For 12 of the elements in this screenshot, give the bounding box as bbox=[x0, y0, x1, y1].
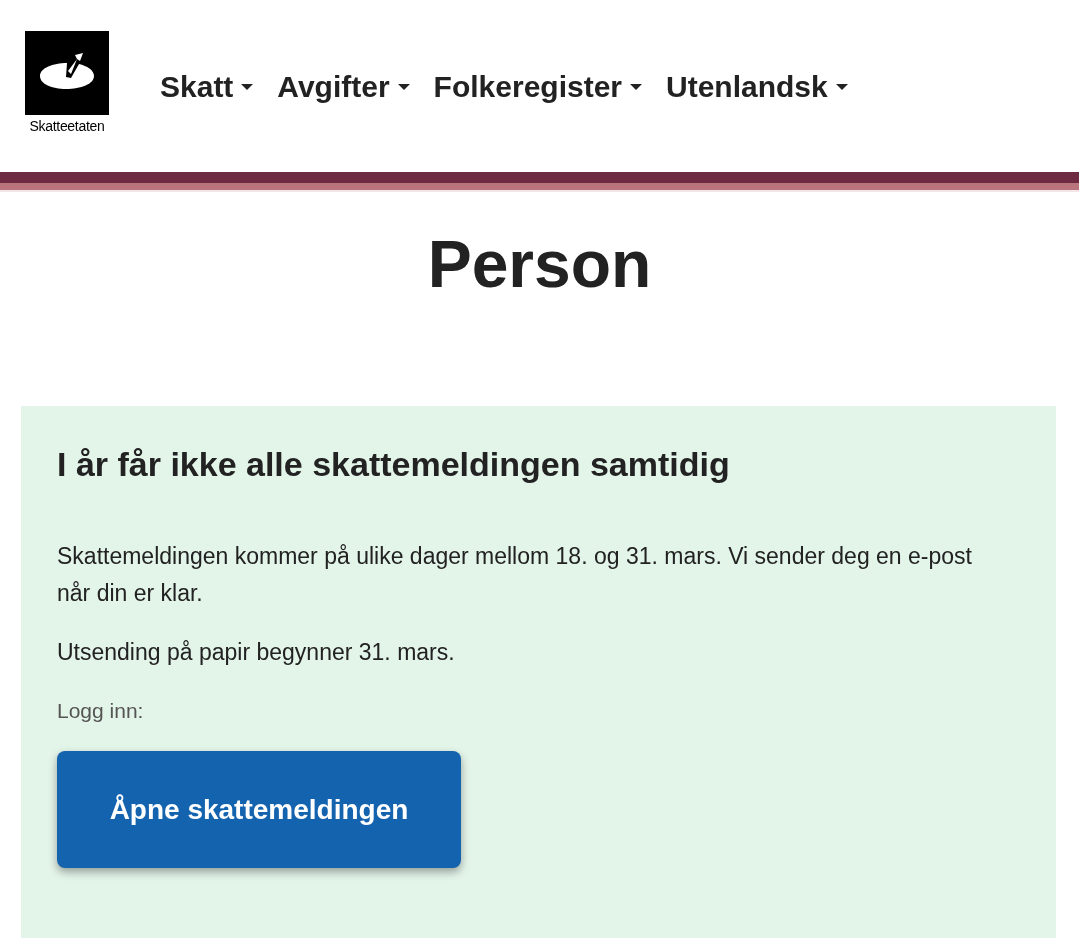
nav-menu-link[interactable]: Avgifter bbox=[277, 70, 410, 104]
nav-menu-link[interactable]: Skatt bbox=[160, 70, 254, 104]
nav-menu-link[interactable]: Utenlandsk bbox=[666, 70, 848, 104]
page-title: Person bbox=[426, 226, 653, 303]
logo-icon[interactable] bbox=[25, 31, 109, 115]
notice-paragraph: Utsending på papir begynner 31. mars. bbox=[57, 638, 456, 667]
logo-text: Skatteetaten bbox=[29, 118, 105, 134]
open-tax-return-button[interactable]: Åpne skattemeldingen bbox=[57, 751, 461, 868]
notice-heading: I år får ikke alle skattemeldingen samtidig bbox=[57, 444, 731, 485]
notice-paragraph: Skattemeldingen kommer på ulike dager mellom 18. og 31. mars. Vi sender deg en e-post når din er klar. bbox=[57, 542, 973, 608]
login-label: Logg inn: bbox=[57, 699, 145, 723]
nav-menu-link[interactable]: Folkeregister bbox=[433, 70, 643, 104]
